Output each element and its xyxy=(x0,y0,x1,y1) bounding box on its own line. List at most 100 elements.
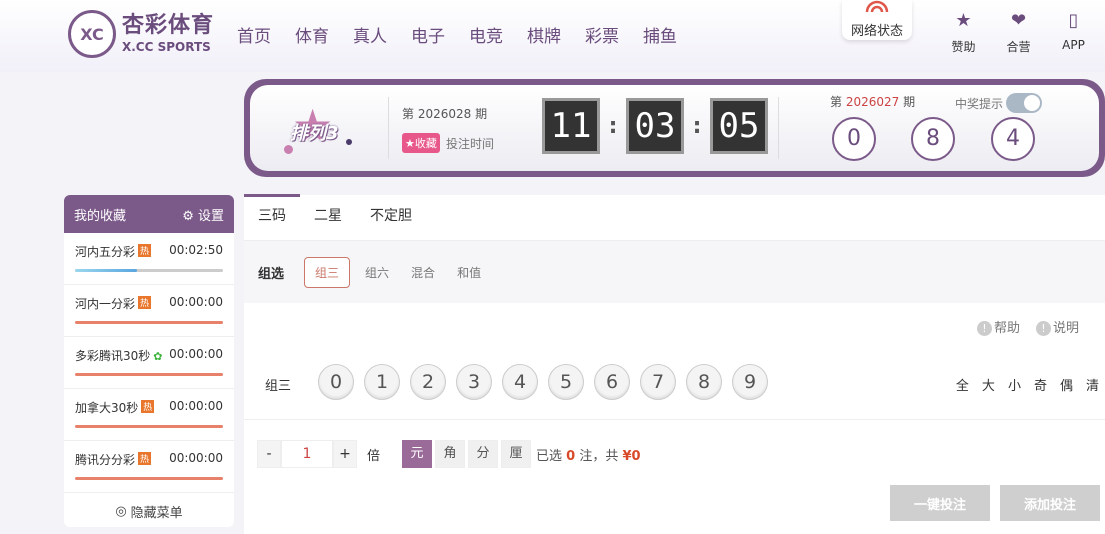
unit-yuan[interactable]: 元 xyxy=(402,440,433,468)
gear-icon: ✿ xyxy=(153,350,163,363)
unit-jiao[interactable]: 角 xyxy=(435,440,466,468)
number-ball[interactable]: 1 xyxy=(364,364,400,400)
app-label: APP xyxy=(1062,38,1085,52)
quick-even[interactable]: 偶 xyxy=(1060,375,1073,394)
sidebar-item[interactable]: 河内一分彩热 00:00:00 xyxy=(64,285,234,337)
selection-summary: 已选 0 注，共 ¥0 xyxy=(536,448,641,464)
brand-emblem-icon: XC xyxy=(68,10,116,58)
subtab-sum[interactable]: 和值 xyxy=(457,264,481,281)
partner-label: 合营 xyxy=(1006,40,1031,54)
sidebar-item[interactable]: 河内五分彩热 00:02:50 xyxy=(64,233,234,285)
add-bet-button[interactable]: 添加投注 xyxy=(1000,485,1100,521)
sidebar-item[interactable]: 腾讯分分彩热 00:00:00 xyxy=(64,441,234,493)
sponsor-label: 赞助 xyxy=(951,40,976,54)
win-tip-toggle[interactable] xyxy=(1006,93,1043,113)
nav-slots[interactable]: 电子 xyxy=(411,22,445,47)
favorite-button[interactable]: ★收藏 xyxy=(402,133,440,153)
progress-bar xyxy=(75,477,223,480)
current-period-number: 2026028 xyxy=(417,107,472,121)
unit-fen[interactable]: 分 xyxy=(468,440,499,468)
multiplier-increment[interactable]: + xyxy=(333,440,357,468)
nav-lottery[interactable]: 彩票 xyxy=(585,22,619,47)
hot-badge: 热 xyxy=(138,296,152,309)
bet-time-label: 投注时间 xyxy=(446,137,495,151)
info-icon: ! xyxy=(976,321,992,336)
info-icon: ! xyxy=(1035,321,1051,336)
unit-li[interactable]: 厘 xyxy=(501,440,532,468)
countdown-text: 00:00:00 xyxy=(169,451,223,465)
settings-button[interactable]: ⚙ 设置 xyxy=(182,205,224,224)
multiplier-label: 倍 xyxy=(367,448,381,464)
app-link[interactable]: ▯ APP xyxy=(1046,10,1101,55)
number-ball[interactable]: 2 xyxy=(410,364,446,400)
hot-badge: 热 xyxy=(141,400,155,413)
multiplier-decrement[interactable]: - xyxy=(257,440,281,468)
subtab-group-six[interactable]: 组六 xyxy=(365,264,389,281)
sidebar-item[interactable]: 多彩腾讯30秒 ✿ 00:00:00 xyxy=(64,337,234,389)
main-nav: 首页 体育 真人 电子 电竞 棋牌 彩票 捕鱼 xyxy=(237,22,701,47)
explain-link[interactable]: ! 说明 xyxy=(1035,317,1079,336)
help-link[interactable]: ! 帮助 xyxy=(976,317,1020,336)
number-ball[interactable]: 7 xyxy=(640,364,676,400)
number-ball[interactable]: 3 xyxy=(456,364,492,400)
number-picker: 0 1 2 3 4 5 6 7 8 9 xyxy=(318,364,778,400)
lottery-logo: ★ 排列3 xyxy=(278,99,358,159)
nav-fishing[interactable]: 捕鱼 xyxy=(643,22,677,47)
pick-row-label: 组三 xyxy=(265,379,292,394)
bet-panel: 三码 二星 不定胆 组选 组三 组六 混合 和值 ! 帮助 ! 说明 组三 0 1 … xyxy=(244,194,1105,534)
countdown-text: 00:00:00 xyxy=(169,399,223,413)
number-ball[interactable]: 5 xyxy=(548,364,584,400)
tab-any-position[interactable]: 不定胆 xyxy=(356,194,426,240)
subtab-group-three[interactable]: 组三 xyxy=(304,256,351,288)
partner-link[interactable]: ❤ 合营 xyxy=(991,10,1046,55)
favorites-sidebar: 我的收藏 ⚙ 设置 河内五分彩热 00:02:50 河内一分彩热 00:00:00 … xyxy=(64,195,234,527)
number-ball[interactable]: 9 xyxy=(732,364,768,400)
quick-bet-button[interactable]: 一键投注 xyxy=(890,485,990,521)
selected-amount: ¥0 xyxy=(622,448,641,464)
nav-esports[interactable]: 电竞 xyxy=(469,22,503,47)
hide-menu-button[interactable]: ◎ 隐藏菜单 xyxy=(64,493,234,527)
previous-period-number: 2026027 xyxy=(845,95,900,109)
countdown-text: 00:02:50 xyxy=(169,243,223,257)
result-ball: 0 xyxy=(832,117,876,161)
quick-clear[interactable]: 清 xyxy=(1086,375,1099,394)
phone-icon: ▯ xyxy=(1068,10,1079,31)
brand-logo[interactable]: XC 杏彩体育 X.CC SPORTS xyxy=(68,10,214,58)
nav-sports[interactable]: 体育 xyxy=(295,22,329,47)
number-ball[interactable]: 4 xyxy=(502,364,538,400)
quick-small[interactable]: 小 xyxy=(1008,375,1021,394)
tab-two-star[interactable]: 二星 xyxy=(300,194,356,240)
hot-badge: 热 xyxy=(138,244,152,257)
number-ball[interactable]: 8 xyxy=(686,364,722,400)
bet-options: - 1 + 倍 元 角 分 厘 已选 0 注，共 ¥0 xyxy=(257,440,641,468)
subtab-mixed[interactable]: 混合 xyxy=(411,264,435,281)
gear-icon: ⚙ xyxy=(182,208,194,224)
nav-home[interactable]: 首页 xyxy=(237,22,271,47)
quick-all[interactable]: 全 xyxy=(956,375,969,394)
subtab-group-label: 组选 xyxy=(258,266,285,282)
tab-three-code[interactable]: 三码 xyxy=(244,194,300,240)
quick-select: 全 大 小 奇 偶 清 xyxy=(956,375,1099,394)
quick-big[interactable]: 大 xyxy=(982,375,995,394)
countdown-text: 00:00:00 xyxy=(169,347,223,361)
network-status-label: 网络状态 xyxy=(850,24,903,39)
countdown-text: 00:00:00 xyxy=(169,295,223,309)
progress-bar xyxy=(75,373,223,376)
lottery-logo-text: 排列3 xyxy=(290,123,339,144)
brand-name: 杏彩体育 xyxy=(122,13,215,38)
nav-live[interactable]: 真人 xyxy=(353,22,387,47)
previous-period: 第 2026027 期 xyxy=(830,95,916,109)
lottery-banner: ★ 排列3 第 2026028 期 ★收藏 投注时间 11 : 03 : 05 … xyxy=(244,79,1105,177)
top-links: ★ 赞助 ❤ 合营 ▯ APP xyxy=(936,10,1101,55)
win-tip-label: 中奖提示 xyxy=(955,96,1004,111)
nav-cards[interactable]: 棋牌 xyxy=(527,22,561,47)
win-tip: 中奖提示 xyxy=(955,93,1043,113)
number-ball[interactable]: 0 xyxy=(318,364,354,400)
sponsor-link[interactable]: ★ 赞助 xyxy=(936,10,991,55)
multiplier-input[interactable]: 1 xyxy=(281,440,333,468)
top-header: XC 杏彩体育 X.CC SPORTS 首页 体育 真人 电子 电竞 棋牌 彩票… xyxy=(0,0,1105,72)
sidebar-item[interactable]: 加拿大30秒热 00:00:00 xyxy=(64,389,234,441)
network-status[interactable]: 网络状态 xyxy=(842,0,912,40)
quick-odd[interactable]: 奇 xyxy=(1034,375,1047,394)
number-ball[interactable]: 6 xyxy=(594,364,630,400)
